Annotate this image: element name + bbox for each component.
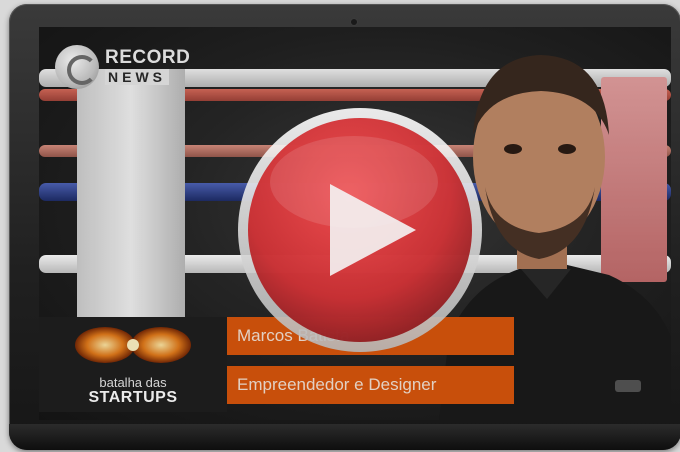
video-player[interactable]: RECORD NEWS batalha das STARTUPS Marcos …	[39, 27, 671, 420]
laptop-frame: RECORD NEWS batalha das STARTUPS Marcos …	[9, 4, 680, 450]
webcam-icon	[351, 19, 357, 25]
play-button[interactable]	[234, 104, 486, 356]
